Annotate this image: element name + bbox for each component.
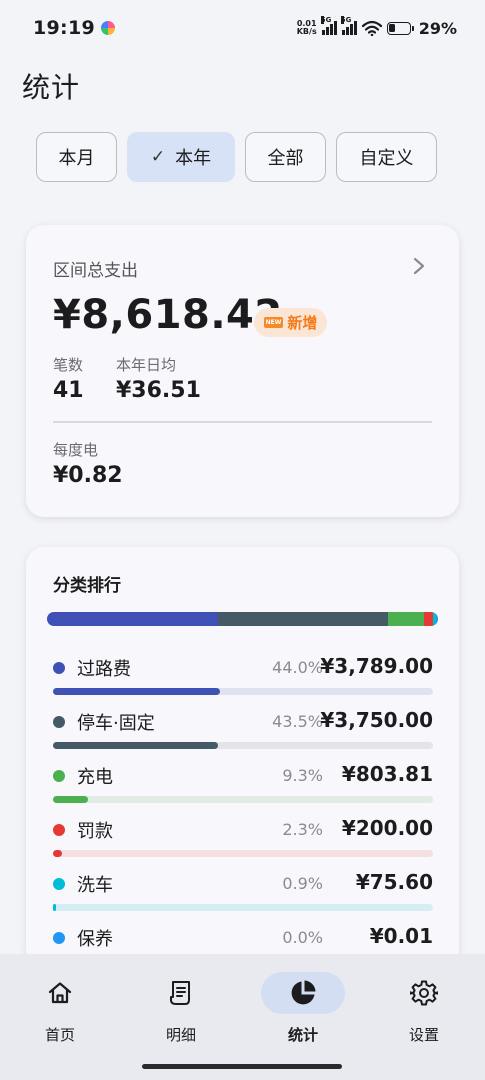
daily-avg-label: 本年日均: [116, 356, 177, 374]
nav-statistics[interactable]: 统计: [261, 972, 345, 1045]
daily-avg-value: ¥36.51: [116, 378, 201, 403]
category-row[interactable]: 过路费 44.0% ¥3,789.00: [53, 654, 433, 696]
battery-percent: 29%: [418, 18, 457, 38]
category-percent: 0.9%: [282, 874, 323, 893]
category-percent: 2.3%: [282, 820, 323, 839]
share-segment: [387, 612, 424, 626]
share-segment: [218, 612, 388, 626]
category-color-dot: [53, 770, 65, 782]
category-name: 过路费: [77, 659, 131, 680]
wifi-icon: [361, 20, 382, 36]
category-progress-track: [53, 688, 433, 695]
category-amount: ¥803.81: [341, 762, 433, 786]
category-percent: 43.5%: [272, 712, 323, 731]
new-badge: NEW 新增: [254, 308, 327, 337]
new-icon: NEW: [263, 317, 284, 328]
category-row[interactable]: 停车·固定 43.5% ¥3,750.00: [53, 708, 433, 750]
share-segment: [436, 612, 438, 626]
per-kwh-label: 每度电: [53, 441, 99, 459]
category-name: 保养: [77, 929, 113, 950]
category-color-dot: [53, 878, 65, 890]
summary-label: 区间总支出: [53, 261, 138, 281]
battery-icon: 29%: [386, 18, 457, 38]
category-percent: 9.3%: [282, 766, 323, 785]
page-title: 统计: [22, 71, 81, 104]
category-progress-fill: [53, 850, 62, 857]
receipt-icon: [170, 981, 190, 1005]
category-name: 罚款: [77, 821, 113, 842]
category-row[interactable]: 洗车 0.9% ¥75.60: [53, 870, 433, 912]
category-color-dot: [53, 824, 65, 836]
nav-settings[interactable]: 设置: [382, 972, 466, 1045]
category-ranking-card: 分类排行 过路费 44.0% ¥3,789.00 停车·固定 43.5% ¥3,750.0…: [26, 547, 459, 967]
filter-this-year[interactable]: ✓ 本年: [127, 132, 235, 182]
divider: [53, 421, 432, 423]
category-progress-track: [53, 904, 433, 911]
category-percent: 0.0%: [282, 928, 323, 947]
filter-all[interactable]: 全部: [245, 132, 326, 182]
home-indicator: [142, 1064, 342, 1069]
gear-icon: [410, 980, 438, 1006]
bottom-nav: 首页 明细 统计 设置: [0, 954, 485, 1080]
category-progress-fill: [53, 796, 89, 803]
pie-chart-icon: [291, 980, 316, 1005]
per-kwh-value: ¥0.82: [53, 463, 123, 488]
count-label: 笔数: [53, 356, 84, 374]
cell-signal-icon: 5G: [340, 16, 357, 35]
share-segment: [423, 612, 433, 626]
status-time: 19:19: [33, 17, 95, 39]
filter-this-month[interactable]: 本月: [36, 132, 117, 182]
category-amount: ¥75.60: [355, 870, 433, 894]
category-color-dot: [53, 662, 65, 674]
network-speed: 0.01 KB/s: [296, 19, 317, 36]
category-progress-fill: [53, 904, 57, 911]
category-row[interactable]: 充电 9.3% ¥803.81: [53, 762, 433, 804]
category-amount: ¥3,750.00: [320, 708, 433, 732]
category-name: 停车·固定: [77, 713, 155, 734]
period-filter: 本月 ✓ 本年 全部 自定义: [36, 132, 437, 182]
chevron-right-icon[interactable]: [413, 257, 425, 275]
expense-summary-card[interactable]: 区间总支出 ¥8,618.42 NEW 新增 笔数 41 本年日均 ¥36.51…: [26, 225, 459, 517]
total-amount: ¥8,618.42: [53, 292, 283, 338]
category-amount: ¥200.00: [341, 816, 433, 840]
ranking-title: 分类排行: [53, 576, 121, 596]
nav-home[interactable]: 首页: [18, 972, 102, 1045]
category-percent: 44.0%: [272, 658, 323, 677]
cell-signal-icon: 5G: [320, 16, 337, 35]
category-name: 充电: [77, 767, 113, 788]
category-amount: ¥0.01: [369, 924, 433, 948]
home-icon: [48, 982, 72, 1004]
category-progress-fill: [53, 742, 219, 749]
category-row[interactable]: 罚款 2.3% ¥200.00: [53, 816, 433, 858]
category-color-dot: [53, 716, 65, 728]
app-notification-icon: [100, 21, 115, 35]
category-share-bar: [47, 612, 438, 626]
count-value: 41: [53, 378, 84, 403]
check-icon: ✓: [150, 147, 166, 167]
nav-details[interactable]: 明细: [139, 972, 223, 1045]
filter-custom[interactable]: 自定义: [336, 132, 437, 182]
category-progress-track: [53, 742, 433, 749]
category-progress-fill: [53, 688, 221, 695]
category-color-dot: [53, 932, 65, 944]
category-progress-track: [53, 850, 433, 857]
category-amount: ¥3,789.00: [320, 654, 433, 678]
category-progress-track: [53, 796, 433, 803]
category-name: 洗车: [77, 875, 113, 896]
share-segment: [47, 612, 219, 626]
status-bar: 19:19 0.01 KB/s 5G 5G 29%: [0, 0, 485, 56]
